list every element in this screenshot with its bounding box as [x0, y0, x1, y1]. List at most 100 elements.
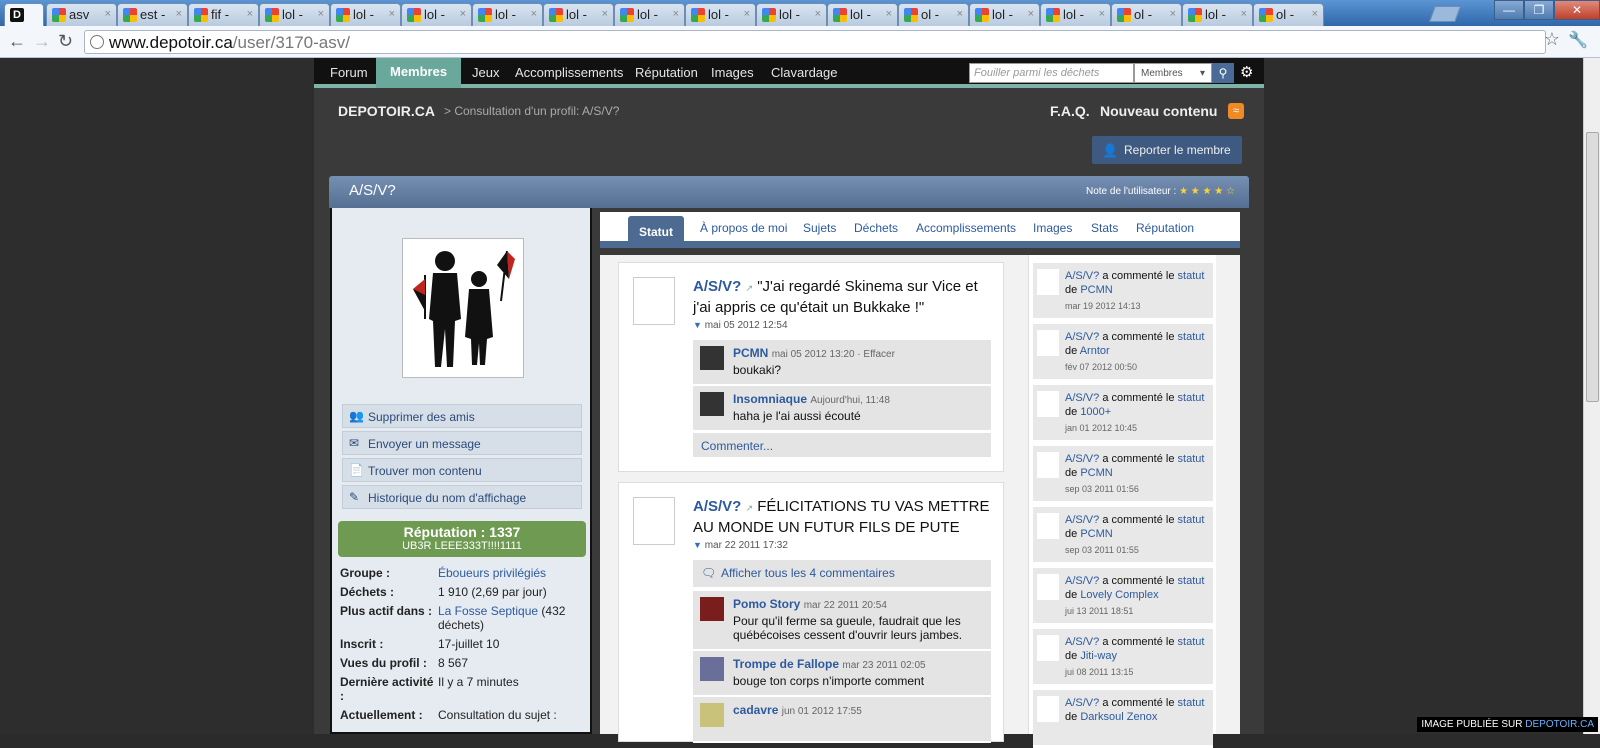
- tab-close-icon[interactable]: ×: [602, 8, 608, 20]
- minimize-icon[interactable]: —: [1494, 0, 1524, 20]
- activity-avatar[interactable]: [1037, 635, 1059, 661]
- tab-close-icon[interactable]: ×: [815, 8, 821, 20]
- browser-tab[interactable]: lol - ×: [969, 3, 1040, 26]
- search-input[interactable]: Fouiller parmi les déchets: [969, 63, 1134, 83]
- browser-tab[interactable]: lol - ×: [1040, 3, 1111, 26]
- tab-close-icon[interactable]: ×: [389, 8, 395, 20]
- comment-author-name[interactable]: PCMN: [733, 346, 768, 360]
- reload-icon[interactable]: ↻: [58, 32, 73, 50]
- activity-target[interactable]: PCMN: [1080, 284, 1112, 296]
- browser-tab[interactable]: lol - ×: [259, 3, 330, 26]
- wrench-icon[interactable]: 🔧: [1568, 30, 1588, 50]
- rating-stars-icon[interactable]: ★ ★ ★ ★ ☆: [1179, 186, 1235, 197]
- activity-object[interactable]: statut: [1178, 453, 1205, 465]
- activity-target[interactable]: Arntor: [1080, 345, 1110, 357]
- new-tab-button[interactable]: [1429, 6, 1461, 22]
- tab-close-icon[interactable]: ×: [247, 8, 253, 20]
- nav-images[interactable]: Images: [711, 65, 754, 80]
- post-author[interactable]: A/S/V?: [693, 498, 741, 515]
- activity-object[interactable]: statut: [1178, 270, 1205, 282]
- tab-close-icon[interactable]: ×: [531, 8, 537, 20]
- browser-tab[interactable]: lol - ×: [472, 3, 543, 26]
- browser-tab[interactable]: ol - ×: [1253, 3, 1324, 26]
- tab-close-icon[interactable]: ×: [1099, 8, 1105, 20]
- browser-tab[interactable]: fif - ×: [188, 3, 259, 26]
- triangle-down-icon[interactable]: ▼: [693, 540, 702, 550]
- comment-avatar[interactable]: [700, 657, 724, 681]
- post-author[interactable]: A/S/V?: [693, 278, 741, 295]
- browser-tab[interactable]: asv ×: [46, 3, 117, 26]
- activity-actor[interactable]: A/S/V?: [1065, 575, 1099, 587]
- post-avatar[interactable]: [633, 497, 675, 545]
- browser-tab[interactable]: lol - ×: [330, 3, 401, 26]
- triangle-down-icon[interactable]: ▼: [693, 320, 702, 330]
- tab-sujets[interactable]: Sujets: [803, 221, 836, 235]
- activity-object[interactable]: statut: [1178, 575, 1205, 587]
- report-member-button[interactable]: 👤 Reporter le membre: [1092, 136, 1242, 164]
- tab-close-icon[interactable]: ×: [744, 8, 750, 20]
- remove-friend-button[interactable]: 👥 Supprimer des amis: [342, 404, 582, 428]
- forward-icon[interactable]: →: [33, 32, 51, 50]
- activity-avatar[interactable]: [1037, 330, 1059, 356]
- nav-jeux[interactable]: Jeux: [472, 65, 499, 80]
- activity-object[interactable]: statut: [1178, 636, 1205, 648]
- activity-target[interactable]: PCMN: [1080, 467, 1112, 479]
- tab-close-icon[interactable]: ×: [1170, 8, 1176, 20]
- tab-close-icon[interactable]: ×: [460, 8, 466, 20]
- activity-object[interactable]: statut: [1178, 514, 1205, 526]
- activity-avatar[interactable]: [1037, 696, 1059, 722]
- activity-actor[interactable]: A/S/V?: [1065, 453, 1099, 465]
- tab-stats[interactable]: Stats: [1091, 221, 1118, 235]
- activity-target[interactable]: PCMN: [1080, 528, 1112, 540]
- comment-author-name[interactable]: Insomniaque: [733, 392, 807, 406]
- nav-accomplissements[interactable]: Accomplissements: [515, 65, 623, 80]
- browser-tab[interactable]: lol - ×: [827, 3, 898, 26]
- nav-forum[interactable]: Forum: [330, 65, 368, 80]
- post-avatar[interactable]: [633, 277, 675, 325]
- tab-dechets[interactable]: Déchets: [854, 221, 898, 235]
- tab-a-propos[interactable]: À propos de moi: [700, 221, 787, 235]
- comment-author-name[interactable]: cadavre: [733, 703, 778, 717]
- tab-close-icon[interactable]: ×: [176, 8, 182, 20]
- address-bar[interactable]: www.depotoir.ca/user/3170-asv/: [84, 30, 1546, 54]
- scrollbar-thumb[interactable]: [1586, 132, 1599, 402]
- site-logo[interactable]: DEPOTOIR.CA: [338, 103, 435, 119]
- browser-tab[interactable]: ol - ×: [898, 3, 969, 26]
- external-link-icon[interactable]: ↗: [746, 283, 754, 293]
- activity-actor[interactable]: A/S/V?: [1065, 270, 1099, 282]
- activity-actor[interactable]: A/S/V?: [1065, 636, 1099, 648]
- faq-link[interactable]: F.A.Q.: [1050, 103, 1090, 119]
- comment-avatar[interactable]: [700, 392, 724, 416]
- comment-avatar[interactable]: [700, 703, 724, 727]
- nav-membres[interactable]: Membres: [376, 58, 462, 88]
- activity-target[interactable]: Lovely Complex: [1080, 589, 1158, 601]
- activity-object[interactable]: statut: [1178, 392, 1205, 404]
- activity-object[interactable]: statut: [1178, 331, 1205, 343]
- activity-object[interactable]: statut: [1178, 697, 1205, 709]
- browser-tab[interactable]: ol - ×: [1111, 3, 1182, 26]
- close-icon[interactable]: ✕: [1554, 0, 1600, 20]
- comment-author-name[interactable]: Trompe de Fallope: [733, 657, 839, 671]
- browser-tab[interactable]: lol - ×: [1182, 3, 1253, 26]
- activity-actor[interactable]: A/S/V?: [1065, 514, 1099, 526]
- maximize-icon[interactable]: ❐: [1524, 0, 1554, 20]
- tab-close-icon[interactable]: ×: [1028, 8, 1034, 20]
- send-message-button[interactable]: ✉ Envoyer un message: [342, 431, 582, 455]
- tab-close-icon[interactable]: ×: [1312, 8, 1318, 20]
- external-link-icon[interactable]: ↗: [746, 503, 754, 513]
- comment-author-name[interactable]: Pomo Story: [733, 597, 800, 611]
- browser-tab[interactable]: est - ×: [117, 3, 188, 26]
- activity-target[interactable]: 1000+: [1080, 406, 1111, 418]
- info-link[interactable]: Éboueurs privilégiés: [438, 566, 546, 580]
- tab-reputation[interactable]: Réputation: [1136, 221, 1194, 235]
- browser-tab[interactable]: lol - ×: [685, 3, 756, 26]
- bookmark-star-icon[interactable]: ☆: [1544, 29, 1560, 50]
- activity-target[interactable]: Jiti-way: [1080, 650, 1117, 662]
- info-link[interactable]: La Fosse Septique: [438, 604, 538, 618]
- activity-actor[interactable]: A/S/V?: [1065, 331, 1099, 343]
- comment-avatar[interactable]: [700, 597, 724, 621]
- gear-icon[interactable]: ⚙: [1240, 63, 1253, 81]
- new-content-link[interactable]: Nouveau contenu: [1100, 103, 1217, 119]
- tab-accomplissements[interactable]: Accomplissements: [916, 221, 1016, 235]
- tab-images[interactable]: Images: [1033, 221, 1072, 235]
